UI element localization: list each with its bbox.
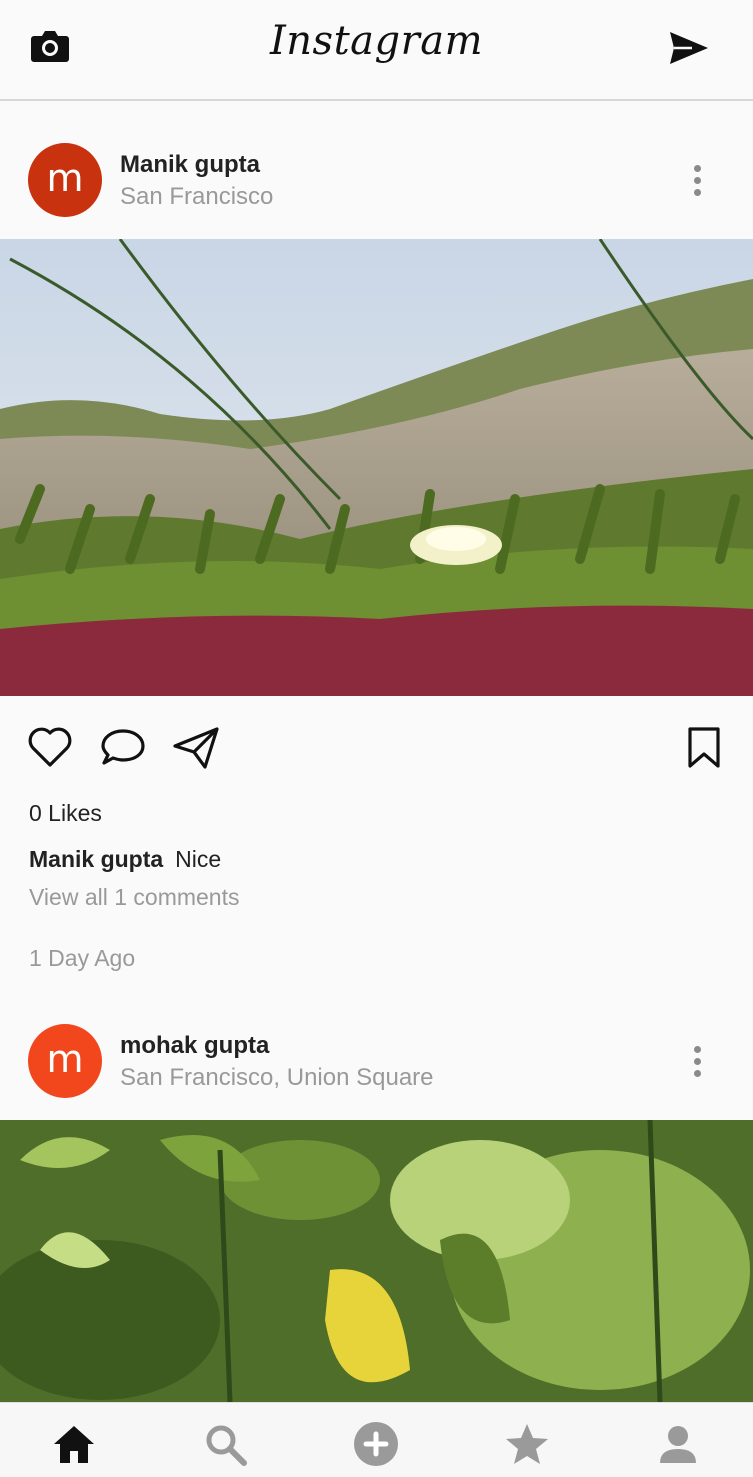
post-card: m mohak gupta San Francisco, Union Squar… — [0, 982, 753, 1402]
star-icon[interactable] — [504, 1421, 550, 1467]
more-options-icon[interactable] — [690, 165, 704, 199]
avatar[interactable]: m — [28, 143, 102, 217]
caption-author[interactable]: Manik gupta — [29, 846, 163, 872]
likes-count[interactable]: 0 Likes — [29, 800, 102, 827]
app-logo: Instagram — [269, 18, 483, 64]
profile-icon[interactable] — [655, 1421, 701, 1467]
post-header: m Manik gupta San Francisco — [0, 101, 753, 239]
top-bar: Instagram — [0, 0, 753, 101]
comment-icon[interactable] — [100, 726, 146, 768]
add-icon[interactable] — [353, 1421, 399, 1467]
search-icon[interactable] — [202, 1421, 248, 1467]
post-card: m Manik gupta San Francisco — [0, 101, 753, 800]
post-actions — [0, 696, 753, 800]
post-location[interactable]: San Francisco, Union Square — [120, 1064, 434, 1092]
post-author[interactable]: mohak gupta — [120, 1032, 269, 1060]
post-caption: Manik gupta Nice — [29, 846, 221, 873]
avatar[interactable]: m — [28, 1024, 102, 1098]
post-location[interactable]: San Francisco — [120, 183, 273, 211]
post-header: m mohak gupta San Francisco, Union Squar… — [0, 982, 753, 1120]
post-timestamp: 1 Day Ago — [29, 945, 136, 971]
view-comments-link[interactable]: View all 1 comments — [29, 884, 240, 911]
post-photo[interactable] — [0, 239, 753, 696]
like-icon[interactable] — [27, 726, 73, 768]
more-options-icon[interactable] — [690, 1046, 704, 1080]
caption-text: Nice — [175, 846, 222, 872]
post-author[interactable]: Manik gupta — [120, 151, 260, 179]
home-icon[interactable] — [51, 1421, 97, 1467]
bottom-tab-bar — [0, 1402, 753, 1477]
bookmark-icon[interactable] — [686, 726, 722, 770]
post-photo[interactable] — [0, 1120, 753, 1402]
send-icon[interactable] — [668, 30, 710, 66]
share-icon[interactable] — [172, 726, 220, 770]
